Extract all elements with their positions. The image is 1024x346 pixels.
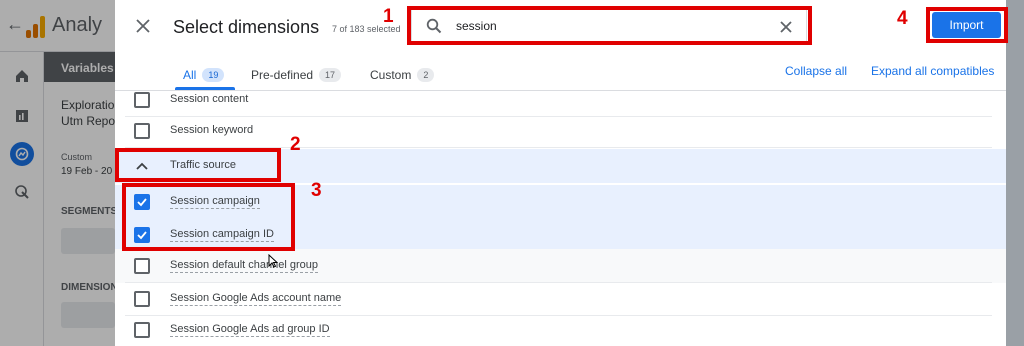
collapse-all-button[interactable]: Collapse all	[785, 64, 847, 78]
dimension-label: Session Google Ads ad group ID	[170, 323, 330, 337]
checkmark-icon	[137, 231, 147, 240]
dimension-checkbox[interactable]	[134, 322, 150, 338]
select-dimensions-dialog: Select dimensions 7 of 183 selected Impo…	[115, 0, 1006, 346]
dimension-label: Session default channel group	[170, 259, 318, 273]
dimension-row[interactable]: Session content	[115, 83, 1006, 117]
mouse-cursor-icon	[268, 254, 278, 268]
dimension-row[interactable]: Session campaign ID	[115, 218, 1006, 250]
chevron-up-icon[interactable]	[135, 159, 149, 173]
dimension-checkbox[interactable]	[134, 258, 150, 274]
tab-all-label: All	[183, 68, 197, 82]
dimension-row[interactable]: Session Google Ads account name	[115, 282, 1006, 316]
annotation-number-3: 3	[311, 180, 322, 201]
dimension-checkbox-checked[interactable]	[134, 194, 150, 210]
annotation-number-2: 2	[290, 134, 301, 155]
tab-custom-label: Custom	[370, 68, 412, 82]
tab-custom-count: 2	[417, 68, 435, 82]
clear-search-icon[interactable]	[777, 18, 795, 36]
search-input[interactable]	[456, 16, 756, 36]
dimension-row[interactable]: Session keyword	[115, 114, 1006, 148]
dimension-checkbox[interactable]	[134, 92, 150, 108]
dimension-label: Session campaign ID	[170, 228, 274, 242]
expand-all-compatibles-button[interactable]: Expand all compatibles	[871, 64, 994, 78]
modal-scrim-right	[1006, 0, 1024, 346]
dimension-row[interactable]: Session Google Ads ad group ID	[115, 313, 1006, 346]
dimension-checkbox-checked[interactable]	[134, 227, 150, 243]
annotation-number-4: 4	[897, 8, 908, 29]
close-icon	[136, 19, 150, 33]
search-icon	[426, 18, 442, 34]
dialog-title: Select dimensions	[173, 17, 320, 37]
tab-predefined-label: Pre-defined	[251, 68, 314, 82]
tab-all-count: 19	[202, 68, 225, 82]
tab-predefined-count: 17	[319, 68, 342, 82]
group-label: Traffic source	[170, 159, 237, 171]
dimension-checkbox[interactable]	[134, 291, 150, 307]
dimension-row[interactable]: Session campaign	[115, 185, 1006, 218]
dimension-label: Session content	[170, 93, 249, 105]
dimension-checkbox[interactable]	[134, 123, 150, 139]
dimension-row[interactable]: Session default channel group	[115, 249, 1006, 283]
dimension-label: Session keyword	[170, 124, 254, 136]
close-button[interactable]	[132, 15, 154, 37]
dimension-label: Session campaign	[170, 195, 260, 209]
search-box	[411, 8, 807, 44]
import-button[interactable]: Import	[932, 12, 1001, 38]
annotation-number-1: 1	[383, 6, 394, 27]
dimension-label: Session Google Ads account name	[170, 292, 342, 306]
row-divider	[125, 147, 992, 148]
checkmark-icon	[137, 198, 147, 207]
group-header-traffic-source[interactable]: Traffic source	[115, 149, 1006, 183]
